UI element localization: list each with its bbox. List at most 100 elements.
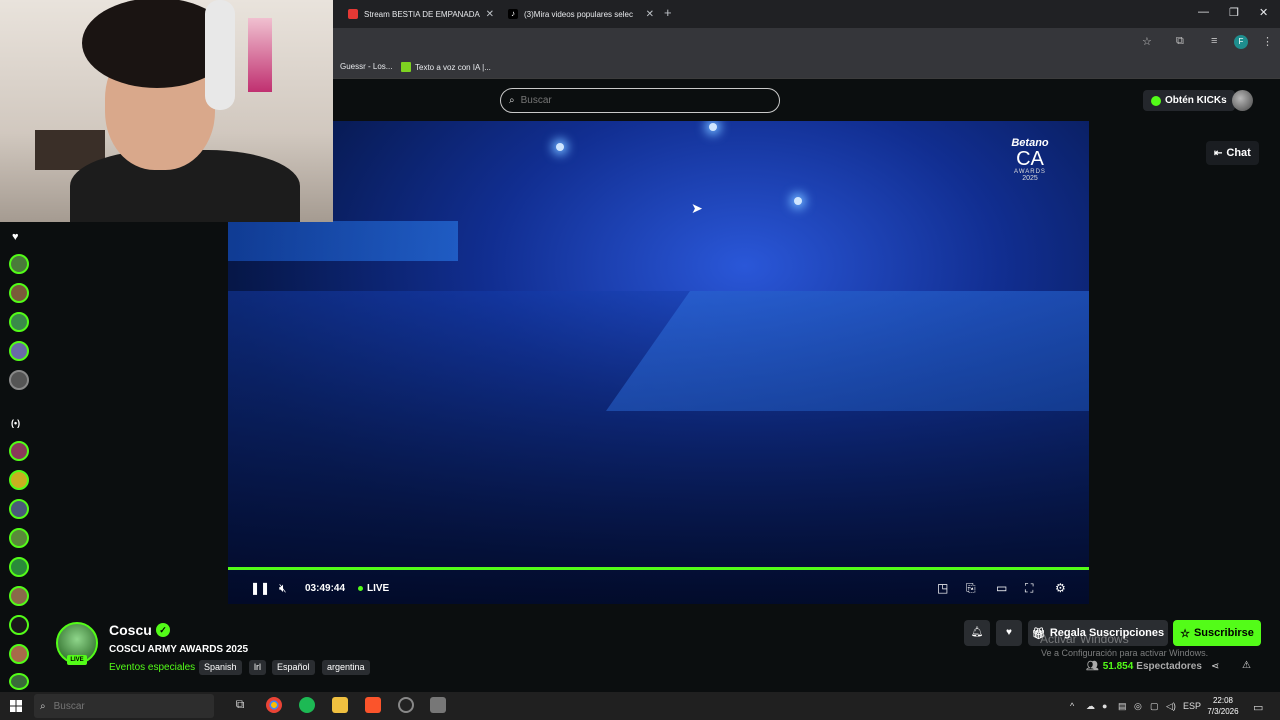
tag[interactable]: Spanish [199,660,242,675]
menu-icon[interactable]: ⋮ [1262,35,1273,48]
viewer-count-label: Espectadores [1136,661,1202,672]
star-icon[interactable]: ☆ [1142,35,1152,48]
network-icon[interactable]: ▤ [1118,701,1127,712]
extensions-icon[interactable]: ⧉ [1176,35,1184,48]
minimize-icon[interactable]: — [1198,6,1209,18]
kicks-icon [1151,95,1161,106]
chat-button[interactable]: ⇤ Chat [1206,141,1259,165]
sidebar-channel-avatar[interactable] [9,673,29,690]
user-avatar[interactable] [1232,90,1253,111]
tag[interactable]: argentina [322,660,370,675]
pause-icon[interactable]: ❚❚ [250,581,270,595]
player-controls: ❚❚ 🔇︎ 03:49:44 LIVE ◳ ⎘ ▭ ⛶ ⚙ [228,573,1089,604]
sidebar-channel-avatar[interactable] [9,283,29,303]
settings-icon[interactable]: ⚙ [1055,581,1066,595]
progress-fill [228,567,1089,570]
logo-ca: CA [1016,148,1044,170]
sidebar-channel-avatar[interactable] [9,370,29,390]
search-box[interactable]: ⌕ [500,88,780,113]
progress-bar[interactable] [228,567,1089,570]
miniplayer-icon[interactable]: ◳ [937,581,948,595]
sidebar-channel-avatar[interactable] [9,499,29,519]
viewer-count: 👥︎ 51.854 Espectadores [1086,661,1202,672]
sidebar-channel-avatar[interactable] [9,341,29,361]
tag[interactable]: Español [272,660,315,675]
betano-awards-logo: Betano CA AWARDS 2025 [990,137,1070,182]
channel-name[interactable]: Coscu [109,622,152,638]
close-icon[interactable]: ✕ [646,9,654,20]
windows-activation-subtitle: Ve a Configuración para activar Windows. [1041,648,1209,658]
theater-mode-icon[interactable]: ▭ [996,581,1007,595]
obs-icon[interactable] [398,697,414,713]
subscribe-button[interactable]: ☆ Suscribirse [1173,620,1261,646]
video-player[interactable]: Betano CA AWARDS 2025 ➤ ❚❚ 🔇︎ 03:49:44 L… [228,121,1089,604]
tag[interactable]: lrl [249,660,266,675]
report-icon[interactable]: ⚠ [1242,660,1251,671]
media-icon[interactable]: ≡ [1211,35,1217,47]
star-icon: ☆ [1180,627,1190,640]
video-scene-light [556,143,564,151]
mute-icon[interactable]: 🔇︎ [279,581,287,596]
windows-start-icon[interactable] [10,700,22,712]
kicks-label: Obtén KICKs [1165,95,1227,106]
new-tab-icon[interactable]: + [664,5,672,20]
sidebar-channel-avatar[interactable] [9,254,29,274]
sidebar-channel-avatar[interactable] [9,470,29,490]
tab-stream[interactable]: Stream BESTIA DE EMPANADA ✕ [348,4,494,24]
sidebar-channel-avatar[interactable] [9,644,29,664]
spotify-icon[interactable] [299,697,315,713]
notifications-icon[interactable]: ▭ [1253,701,1263,714]
clock-time: 22:08 [1212,696,1234,705]
sidebar-channel-avatar[interactable] [9,441,29,461]
taskbar-search[interactable]: ⌕ [34,694,214,718]
volume-icon[interactable]: ◁) [1166,701,1176,712]
sidebar-channel-avatar[interactable] [9,528,29,548]
window-close-icon[interactable]: ✕ [1259,6,1268,19]
video-scene-light [709,123,717,131]
live-label: LIVE [367,583,390,594]
app-icon[interactable] [430,697,446,713]
live-indicator[interactable]: LIVE [358,583,389,594]
brave-icon[interactable] [365,697,381,713]
live-channels-icon: (•) [11,418,21,428]
tray-expand-icon[interactable]: ^ [1070,701,1074,711]
tiktok-icon: ♪ [508,9,518,19]
chrome-icon[interactable] [266,697,282,713]
taskbar-search-input[interactable] [53,700,174,712]
restore-icon[interactable]: ❐ [1229,6,1239,19]
close-icon[interactable]: ✕ [486,9,494,20]
cloud-icon[interactable]: ☁ [1086,701,1095,712]
logo-year: 2025 [1022,175,1038,182]
notifications-bell-button[interactable]: 🔔︎ [964,620,990,646]
bookmark-texto-a-voz[interactable]: Texto a voz con IA |... [401,62,491,72]
sidebar-channel-avatar[interactable] [9,312,29,332]
vpn-icon[interactable]: ◎ [1134,701,1142,712]
display-icon[interactable]: ▢ [1150,701,1159,712]
language-indicator[interactable]: ESP [1183,701,1201,711]
webcam-overlay [0,0,333,222]
taskbar-clock[interactable]: 22:08 7/3/2026 [1206,695,1240,717]
follow-heart-button[interactable]: ♥ [996,620,1022,646]
expand-chat-icon: ⇤ [1214,147,1223,159]
file-explorer-icon[interactable] [332,697,348,713]
viewers-icon: 👥︎ [1086,661,1099,672]
sidebar-channel-avatar[interactable] [9,586,29,606]
live-dot-icon [358,586,363,591]
webcam-headset [205,0,235,110]
mouse-cursor-icon: ➤ [691,200,703,216]
mic-icon[interactable]: ● [1102,701,1107,711]
sidebar-channel-avatar[interactable] [9,615,29,635]
bookmark-guessr[interactable]: Guessr - Los... [340,62,392,71]
clip-icon[interactable]: ⎘ [966,581,976,596]
bookmark-icon [401,62,411,72]
stream-category[interactable]: Eventos especiales [109,662,195,673]
stream-title: COSCU ARMY AWARDS 2025 [109,644,249,655]
tab-tiktok[interactable]: ♪ (3)Mira videos populares selec ✕ [508,4,654,24]
fullscreen-icon[interactable]: ⛶ [1025,581,1033,596]
profile-avatar[interactable]: F [1234,35,1248,49]
get-kicks-button[interactable]: Obtén KICKs [1143,90,1235,111]
task-view-icon[interactable]: ⧉ [232,697,248,713]
sidebar-channel-avatar[interactable] [9,557,29,577]
search-input[interactable] [520,95,751,106]
share-icon[interactable]: ⋖ [1211,661,1219,672]
